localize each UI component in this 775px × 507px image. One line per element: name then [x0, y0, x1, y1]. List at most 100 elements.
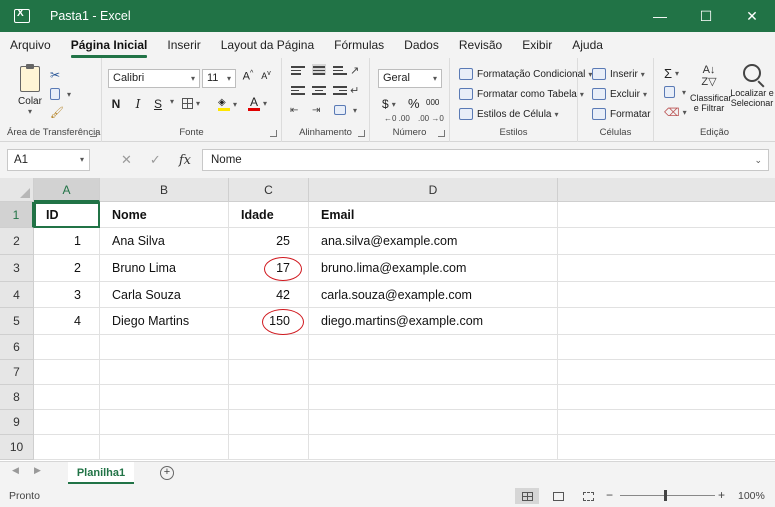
grid-cell[interactable] — [229, 360, 309, 385]
cancel-entry-icon[interactable]: ✕ — [121, 152, 132, 168]
grid-cell[interactable] — [34, 335, 100, 360]
table-header-cell[interactable]: Email — [309, 202, 558, 228]
grid-cell[interactable] — [558, 360, 775, 385]
fill-color-button[interactable]: ◈ ▾ — [218, 97, 237, 111]
grid-cell[interactable] — [309, 435, 558, 460]
shrink-font-button[interactable]: Av — [258, 70, 274, 81]
format-as-table-button[interactable]: Formatar como Tabela ▾ — [459, 88, 584, 100]
table-data-cell[interactable]: 2 — [34, 255, 100, 282]
table-header-cell[interactable]: Idade — [229, 202, 309, 228]
table-data-cell[interactable]: Ana Silva — [100, 228, 229, 255]
align-top-icon[interactable] — [291, 66, 305, 77]
font-launcher-icon[interactable] — [270, 130, 277, 137]
clear-button[interactable]: ⌫ ▾ — [664, 106, 687, 119]
table-data-cell[interactable]: Carla Souza — [100, 282, 229, 308]
grid-cell[interactable] — [309, 410, 558, 435]
align-right-icon[interactable] — [333, 86, 347, 97]
zoom-slider-thumb[interactable] — [664, 490, 667, 501]
find-select-button[interactable]: Localizar e Selecionar — [730, 64, 774, 108]
fill-button[interactable]: ▾ — [664, 86, 686, 98]
row-header-3[interactable]: 3 — [0, 255, 34, 282]
tab-arquivo[interactable]: Arquivo — [0, 32, 61, 58]
add-sheet-button[interactable]: + — [160, 466, 174, 480]
table-data-cell[interactable]: 42 — [229, 282, 309, 308]
grid-cell[interactable] — [558, 255, 775, 282]
percent-button[interactable]: % — [408, 96, 420, 111]
increase-indent-icon[interactable]: ⇥ — [312, 105, 320, 116]
grid-cell[interactable] — [34, 435, 100, 460]
grid-cell[interactable] — [229, 435, 309, 460]
grid-cell[interactable] — [558, 202, 775, 228]
row-header-6[interactable]: 6 — [0, 335, 34, 360]
grid-cell[interactable] — [229, 385, 309, 410]
table-data-cell[interactable]: Bruno Lima — [100, 255, 229, 282]
grid-cell[interactable] — [229, 335, 309, 360]
name-box[interactable]: A1 ▾ — [7, 149, 90, 171]
column-header-b[interactable]: B — [100, 178, 229, 202]
grid-cell[interactable] — [309, 385, 558, 410]
column-header-a[interactable]: A — [34, 178, 100, 202]
grid-cell[interactable] — [100, 435, 229, 460]
grid-cell[interactable] — [100, 360, 229, 385]
row-header-9[interactable]: 9 — [0, 410, 34, 435]
grid-cell[interactable] — [558, 435, 775, 460]
table-data-cell[interactable]: 25 — [229, 228, 309, 255]
insert-function-icon[interactable]: fx — [179, 153, 191, 168]
table-data-cell[interactable]: 1 — [34, 228, 100, 255]
zoom-level[interactable]: 100% — [738, 490, 765, 502]
sheet-tab-planilha1[interactable]: Planilha1 — [68, 462, 134, 484]
page-break-view-button[interactable] — [576, 488, 600, 504]
formula-input[interactable]: Nome ⌄ — [202, 149, 769, 171]
table-data-cell[interactable]: ana.silva@example.com — [309, 228, 558, 255]
prev-sheet-icon[interactable]: ◀ — [12, 465, 19, 476]
row-header-2[interactable]: 2 — [0, 228, 34, 255]
paste-button[interactable]: Colar ▾ — [14, 64, 46, 116]
normal-view-button[interactable] — [515, 488, 539, 504]
table-data-cell[interactable]: diego.martins@example.com — [309, 308, 558, 335]
row-header-10[interactable]: 10 — [0, 435, 34, 460]
maximize-button[interactable]: ☐ — [683, 0, 729, 32]
table-data-cell[interactable]: bruno.lima@example.com — [309, 255, 558, 282]
decrease-decimal-icon[interactable]: .00 →0 — [418, 114, 444, 123]
grid-cell[interactable] — [309, 335, 558, 360]
cell-styles-button[interactable]: Estilos de Célula ▾ — [459, 108, 559, 120]
bold-button[interactable]: N — [108, 97, 124, 111]
grid-cell[interactable] — [100, 335, 229, 360]
row-header-8[interactable]: 8 — [0, 385, 34, 410]
grid-cell[interactable] — [558, 410, 775, 435]
tab-revisao[interactable]: Revisão — [449, 32, 512, 58]
row-header-7[interactable]: 7 — [0, 360, 34, 385]
cut-button[interactable]: ✂ — [50, 68, 60, 82]
column-header-c[interactable]: C — [229, 178, 309, 202]
thousands-button[interactable]: 000 — [426, 98, 439, 107]
table-data-cell[interactable]: carla.souza@example.com — [309, 282, 558, 308]
zoom-slider[interactable] — [620, 495, 715, 496]
tab-layout-da-pagina[interactable]: Layout da Página — [211, 32, 324, 58]
orientation-icon[interactable]: ↗ — [350, 64, 359, 77]
table-data-cell[interactable]: 17 — [229, 255, 309, 282]
conditional-formatting-button[interactable]: Formatação Condicional ▾ — [459, 68, 592, 80]
align-middle-icon[interactable] — [312, 64, 326, 75]
alignment-launcher-icon[interactable] — [358, 130, 365, 137]
grid-cell[interactable] — [558, 228, 775, 255]
table-header-cell[interactable]: Nome — [100, 202, 229, 228]
grow-font-button[interactable]: A^ — [240, 70, 256, 83]
borders-button[interactable]: ▾ — [182, 98, 200, 109]
align-left-icon[interactable] — [291, 86, 305, 97]
tab-pagina-inicial[interactable]: Página Inicial — [61, 32, 158, 58]
wrap-text-icon[interactable]: ↵ — [350, 84, 359, 97]
decrease-indent-icon[interactable]: ⇤ — [290, 105, 298, 116]
grid-cell[interactable] — [100, 385, 229, 410]
zoom-in-button[interactable]: + — [718, 488, 725, 502]
increase-decimal-icon[interactable]: ←0 .00 — [384, 114, 410, 123]
close-button[interactable]: ✕ — [729, 0, 775, 32]
currency-button[interactable]: $ ▾ — [382, 97, 396, 111]
format-painter-button[interactable]: 🖌 — [50, 106, 64, 119]
row-header-4[interactable]: 4 — [0, 282, 34, 308]
confirm-entry-icon[interactable]: ✓ — [150, 152, 161, 168]
align-center-icon[interactable] — [312, 86, 326, 97]
tab-dados[interactable]: Dados — [394, 32, 449, 58]
grid-cell[interactable] — [558, 385, 775, 410]
grid-cell[interactable] — [34, 360, 100, 385]
column-header-d[interactable]: D — [309, 178, 558, 202]
